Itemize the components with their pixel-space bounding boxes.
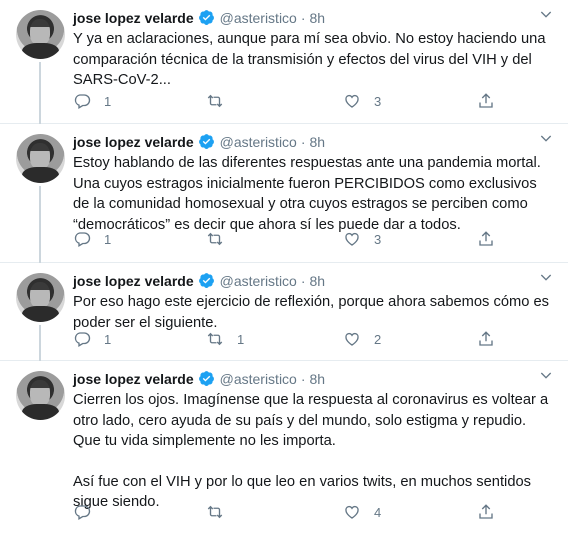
timestamp[interactable]: 8h: [310, 134, 326, 150]
like-count: 2: [374, 331, 382, 347]
tweet-paragraph: Estoy hablando de las diferentes respues…: [73, 155, 541, 233]
heart-icon: [345, 94, 359, 108]
tweet-header: jose lopez velarde @asteristico · 8h: [73, 133, 325, 150]
retweet-count: 1: [237, 331, 245, 347]
separator: ·: [300, 370, 306, 387]
like-button[interactable]: 3: [343, 230, 381, 248]
avatar[interactable]: [16, 273, 65, 322]
share-button[interactable]: [477, 330, 495, 348]
heart-icon: [345, 505, 359, 519]
reply-icon: [74, 332, 91, 347]
chevron-down-icon[interactable]: [538, 130, 554, 146]
avatar[interactable]: [16, 134, 65, 183]
tweet-paragraph: Por eso hago este ejercicio de reflexión…: [73, 294, 549, 331]
share-icon: [479, 231, 493, 246]
retweet-button[interactable]: [206, 503, 237, 521]
like-button[interactable]: 4: [343, 503, 381, 521]
timestamp[interactable]: 8h: [310, 10, 326, 26]
like-count: 3: [374, 93, 382, 109]
verified-badge-icon: [198, 10, 214, 25]
share-icon: [479, 93, 493, 108]
reply-icon: [74, 505, 91, 520]
reply-count: 1: [104, 331, 112, 347]
author-handle[interactable]: @asteristico: [220, 134, 297, 150]
tweet-text: Estoy hablando de las diferentes respues…: [73, 153, 555, 235]
thread-line: [39, 186, 41, 263]
avatar[interactable]: [16, 371, 65, 420]
retweet-icon: [207, 94, 223, 108]
verified-badge-icon: [198, 371, 214, 386]
tweet-text: Y ya en aclaraciones, aunque para mí sea…: [73, 29, 555, 91]
share-button[interactable]: [477, 503, 495, 521]
share-button[interactable]: [477, 92, 495, 110]
chevron-down-icon[interactable]: [538, 269, 554, 285]
author-handle[interactable]: @asteristico: [220, 10, 297, 26]
reply-count: 1: [104, 93, 112, 109]
reply-icon: [74, 232, 91, 247]
tweet-paragraph: Cierren los ojos. Imagínense que la resp…: [73, 392, 549, 450]
share-icon: [479, 504, 493, 519]
chevron-down-icon[interactable]: [538, 367, 554, 383]
retweet-icon: [207, 505, 223, 519]
share-button[interactable]: [477, 230, 495, 248]
verified-badge-icon: [198, 134, 214, 149]
thread-line: [39, 62, 41, 124]
like-button[interactable]: 2: [343, 330, 381, 348]
retweet-icon: [207, 332, 223, 346]
retweet-button[interactable]: [206, 92, 237, 110]
author-handle[interactable]: @asteristico: [220, 273, 297, 289]
timestamp[interactable]: 8h: [310, 371, 326, 387]
verified-badge-icon: [198, 273, 214, 288]
like-count: 4: [374, 504, 382, 520]
timeline: jose lopez velarde @asteristico · 8h Y y…: [0, 0, 568, 533]
heart-icon: [345, 332, 359, 346]
tweet[interactable]: jose lopez velarde @asteristico · 8h Est…: [0, 124, 568, 263]
retweet-button[interactable]: 1: [206, 330, 244, 348]
reply-button[interactable]: [73, 503, 104, 521]
author-handle[interactable]: @asteristico: [220, 371, 297, 387]
reply-button[interactable]: 1: [73, 92, 111, 110]
author-name[interactable]: jose lopez velarde: [73, 10, 194, 26]
author-name[interactable]: jose lopez velarde: [73, 371, 194, 387]
reply-count: 1: [104, 231, 112, 247]
retweet-icon: [207, 232, 223, 246]
reply-button[interactable]: 1: [73, 230, 111, 248]
author-name[interactable]: jose lopez velarde: [73, 134, 194, 150]
tweet-text: Cierren los ojos. Imagínense que la resp…: [73, 390, 555, 513]
tweet[interactable]: jose lopez velarde @asteristico · 8h Cie…: [0, 361, 568, 533]
timestamp[interactable]: 8h: [310, 273, 326, 289]
separator: ·: [300, 272, 306, 289]
chevron-down-icon[interactable]: [538, 6, 554, 22]
thread-line: [39, 325, 41, 361]
reply-icon: [74, 94, 91, 109]
tweet[interactable]: jose lopez velarde @asteristico · 8h Por…: [0, 263, 568, 361]
separator: ·: [300, 9, 306, 26]
separator: ·: [300, 133, 306, 150]
like-count: 3: [374, 231, 382, 247]
author-name[interactable]: jose lopez velarde: [73, 273, 194, 289]
tweet-header: jose lopez velarde @asteristico · 8h: [73, 9, 325, 26]
like-button[interactable]: 3: [343, 92, 381, 110]
tweet-text: Por eso hago este ejercicio de reflexión…: [73, 292, 555, 333]
heart-icon: [345, 232, 359, 246]
tweet-paragraph: Y ya en aclaraciones, aunque para mí sea…: [73, 31, 546, 89]
tweet-header: jose lopez velarde @asteristico · 8h: [73, 272, 325, 289]
reply-button[interactable]: 1: [73, 330, 111, 348]
avatar[interactable]: [16, 10, 65, 59]
share-icon: [479, 331, 493, 346]
tweet[interactable]: jose lopez velarde @asteristico · 8h Y y…: [0, 0, 568, 124]
retweet-button[interactable]: [206, 230, 237, 248]
tweet-header: jose lopez velarde @asteristico · 8h: [73, 370, 325, 387]
